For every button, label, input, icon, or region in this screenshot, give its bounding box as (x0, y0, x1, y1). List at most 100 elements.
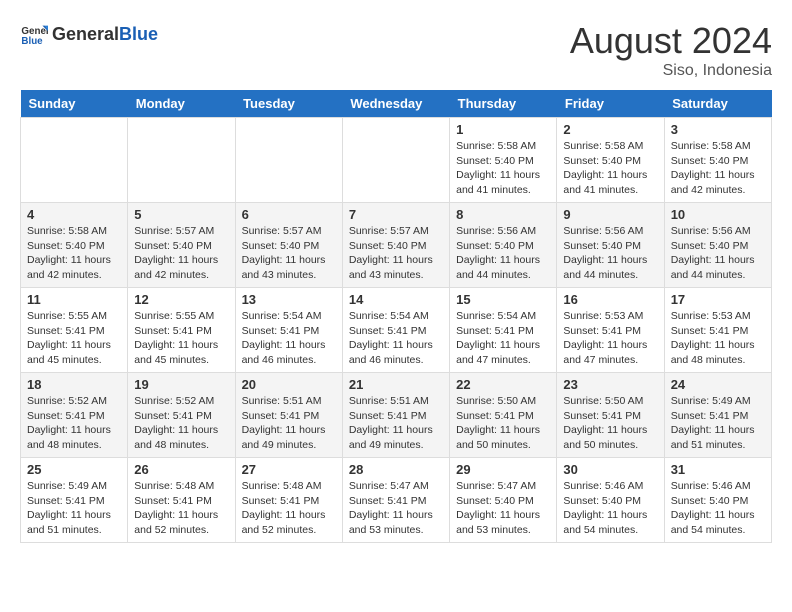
calendar-day: 14 Sunrise: 5:54 AM Sunset: 5:41 PM Dayli… (342, 288, 449, 373)
day-number: 28 (349, 462, 443, 477)
day-info: Sunrise: 5:57 AM Sunset: 5:40 PM Dayligh… (242, 224, 336, 283)
header-monday: Monday (128, 90, 235, 118)
day-number: 4 (27, 207, 121, 222)
header-saturday: Saturday (664, 90, 771, 118)
day-info: Sunrise: 5:54 AM Sunset: 5:41 PM Dayligh… (349, 309, 443, 368)
page-header: General Blue GeneralBlue August 2024 Sis… (20, 20, 772, 80)
day-number: 22 (456, 377, 550, 392)
calendar-day: 24 Sunrise: 5:49 AM Sunset: 5:41 PM Dayli… (664, 373, 771, 458)
day-number: 14 (349, 292, 443, 307)
day-info: Sunrise: 5:53 AM Sunset: 5:41 PM Dayligh… (671, 309, 765, 368)
calendar-day: 5 Sunrise: 5:57 AM Sunset: 5:40 PM Daylig… (128, 203, 235, 288)
month-year: August 2024 (570, 20, 772, 62)
day-info: Sunrise: 5:51 AM Sunset: 5:41 PM Dayligh… (349, 394, 443, 453)
day-info: Sunrise: 5:56 AM Sunset: 5:40 PM Dayligh… (456, 224, 550, 283)
calendar-day: 11 Sunrise: 5:55 AM Sunset: 5:41 PM Dayli… (21, 288, 128, 373)
calendar-day: 3 Sunrise: 5:58 AM Sunset: 5:40 PM Daylig… (664, 118, 771, 203)
day-number: 3 (671, 122, 765, 137)
day-info: Sunrise: 5:52 AM Sunset: 5:41 PM Dayligh… (134, 394, 228, 453)
calendar-week-row: 4 Sunrise: 5:58 AM Sunset: 5:40 PM Daylig… (21, 203, 772, 288)
day-info: Sunrise: 5:49 AM Sunset: 5:41 PM Dayligh… (27, 479, 121, 538)
day-number: 2 (563, 122, 657, 137)
calendar-day: 31 Sunrise: 5:46 AM Sunset: 5:40 PM Dayli… (664, 458, 771, 543)
day-number: 13 (242, 292, 336, 307)
day-info: Sunrise: 5:57 AM Sunset: 5:40 PM Dayligh… (349, 224, 443, 283)
day-number: 26 (134, 462, 228, 477)
calendar-day: 28 Sunrise: 5:47 AM Sunset: 5:41 PM Dayli… (342, 458, 449, 543)
day-info: Sunrise: 5:48 AM Sunset: 5:41 PM Dayligh… (242, 479, 336, 538)
day-info: Sunrise: 5:47 AM Sunset: 5:41 PM Dayligh… (349, 479, 443, 538)
calendar-day: 20 Sunrise: 5:51 AM Sunset: 5:41 PM Dayli… (235, 373, 342, 458)
calendar-day: 6Sunrise: 5:57 AM Sunset: 5:40 PM Daylig… (235, 203, 342, 288)
day-info: Sunrise: 5:58 AM Sunset: 5:40 PM Dayligh… (671, 139, 765, 198)
calendar-day: 1Sunrise: 5:58 AM Sunset: 5:40 PM Daylig… (450, 118, 557, 203)
calendar-week-row: 25 Sunrise: 5:49 AM Sunset: 5:41 PM Dayli… (21, 458, 772, 543)
calendar-day: 8 Sunrise: 5:56 AM Sunset: 5:40 PM Daylig… (450, 203, 557, 288)
day-info: Sunrise: 5:56 AM Sunset: 5:40 PM Dayligh… (671, 224, 765, 283)
day-info: Sunrise: 5:54 AM Sunset: 5:41 PM Dayligh… (456, 309, 550, 368)
day-info: Sunrise: 5:55 AM Sunset: 5:41 PM Dayligh… (27, 309, 121, 368)
calendar-day: 22 Sunrise: 5:50 AM Sunset: 5:41 PM Dayli… (450, 373, 557, 458)
calendar-header-row: SundayMondayTuesdayWednesdayThursdayFrid… (21, 90, 772, 118)
day-info: Sunrise: 5:51 AM Sunset: 5:41 PM Dayligh… (242, 394, 336, 453)
day-number: 27 (242, 462, 336, 477)
calendar-day: 9 Sunrise: 5:56 AM Sunset: 5:40 PM Daylig… (557, 203, 664, 288)
title-block: August 2024 Siso, Indonesia (570, 20, 772, 80)
calendar-day: 12Sunrise: 5:55 AM Sunset: 5:41 PM Dayli… (128, 288, 235, 373)
day-info: Sunrise: 5:46 AM Sunset: 5:40 PM Dayligh… (563, 479, 657, 538)
day-number: 16 (563, 292, 657, 307)
day-info: Sunrise: 5:54 AM Sunset: 5:41 PM Dayligh… (242, 309, 336, 368)
header-wednesday: Wednesday (342, 90, 449, 118)
day-number: 24 (671, 377, 765, 392)
day-number: 30 (563, 462, 657, 477)
day-number: 31 (671, 462, 765, 477)
day-number: 1 (456, 122, 550, 137)
calendar-day: 4 Sunrise: 5:58 AM Sunset: 5:40 PM Daylig… (21, 203, 128, 288)
day-number: 8 (456, 207, 550, 222)
day-info: Sunrise: 5:52 AM Sunset: 5:41 PM Dayligh… (27, 394, 121, 453)
day-number: 20 (242, 377, 336, 392)
calendar-day: 10Sunrise: 5:56 AM Sunset: 5:40 PM Dayli… (664, 203, 771, 288)
day-number: 11 (27, 292, 121, 307)
day-number: 7 (349, 207, 443, 222)
day-number: 25 (27, 462, 121, 477)
day-info: Sunrise: 5:53 AM Sunset: 5:41 PM Dayligh… (563, 309, 657, 368)
calendar-day: 30 Sunrise: 5:46 AM Sunset: 5:40 PM Dayli… (557, 458, 664, 543)
calendar-week-row: 1 Sunrise: 5:58 AM Sunset: 5:40 PM Daylig… (21, 118, 772, 203)
day-info: Sunrise: 5:50 AM Sunset: 5:41 PM Dayligh… (456, 394, 550, 453)
day-number: 5 (134, 207, 228, 222)
day-info: Sunrise: 5:49 AM Sunset: 5:41 PM Dayligh… (671, 394, 765, 453)
svg-text:Blue: Blue (21, 36, 43, 47)
calendar-day: 13 Sunrise: 5:54 AM Sunset: 5:41 PM Dayli… (235, 288, 342, 373)
location: Siso, Indonesia (570, 62, 772, 80)
calendar-day: 18Sunrise: 5:52 AM Sunset: 5:41 PM Dayli… (21, 373, 128, 458)
day-info: Sunrise: 5:57 AM Sunset: 5:40 PM Dayligh… (134, 224, 228, 283)
day-info: Sunrise: 5:47 AM Sunset: 5:40 PM Dayligh… (456, 479, 550, 538)
calendar-day (342, 118, 449, 203)
calendar-day (128, 118, 235, 203)
day-number: 15 (456, 292, 550, 307)
day-info: Sunrise: 5:46 AM Sunset: 5:40 PM Dayligh… (671, 479, 765, 538)
calendar-day: 2Sunrise: 5:58 AM Sunset: 5:40 PM Daylig… (557, 118, 664, 203)
logo-general: General (52, 24, 119, 45)
day-number: 9 (563, 207, 657, 222)
calendar-day (235, 118, 342, 203)
header-tuesday: Tuesday (235, 90, 342, 118)
calendar-day: 15 Sunrise: 5:54 AM Sunset: 5:41 PM Dayli… (450, 288, 557, 373)
day-info: Sunrise: 5:56 AM Sunset: 5:40 PM Dayligh… (563, 224, 657, 283)
day-number: 29 (456, 462, 550, 477)
day-info: Sunrise: 5:58 AM Sunset: 5:40 PM Dayligh… (27, 224, 121, 283)
calendar-day: 23Sunrise: 5:50 AM Sunset: 5:41 PM Dayli… (557, 373, 664, 458)
header-sunday: Sunday (21, 90, 128, 118)
day-number: 21 (349, 377, 443, 392)
calendar-week-row: 11 Sunrise: 5:55 AM Sunset: 5:41 PM Dayli… (21, 288, 772, 373)
day-info: Sunrise: 5:50 AM Sunset: 5:41 PM Dayligh… (563, 394, 657, 453)
day-info: Sunrise: 5:48 AM Sunset: 5:41 PM Dayligh… (134, 479, 228, 538)
day-number: 12 (134, 292, 228, 307)
calendar-day: 29 Sunrise: 5:47 AM Sunset: 5:40 PM Dayli… (450, 458, 557, 543)
logo-blue: Blue (119, 24, 158, 45)
calendar-table: SundayMondayTuesdayWednesdayThursdayFrid… (20, 90, 772, 543)
calendar-day: 25 Sunrise: 5:49 AM Sunset: 5:41 PM Dayli… (21, 458, 128, 543)
calendar-day: 21 Sunrise: 5:51 AM Sunset: 5:41 PM Dayli… (342, 373, 449, 458)
calendar-day: 16 Sunrise: 5:53 AM Sunset: 5:41 PM Dayli… (557, 288, 664, 373)
